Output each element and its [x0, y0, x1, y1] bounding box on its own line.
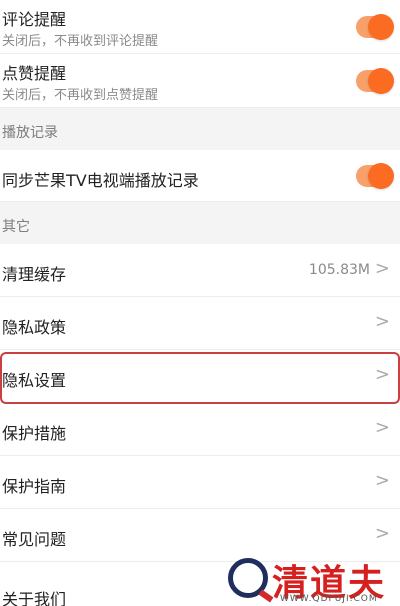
- magnifier-logo-icon: [228, 558, 268, 598]
- comment-reminder-row: 评论提醒 关闭后，不再收到评论提醒: [0, 0, 400, 54]
- cache-size-value: 105.83M: [308, 262, 370, 278]
- toggle-knob: [368, 68, 394, 94]
- privacy-policy-label: 隐私政策: [2, 318, 67, 337]
- chevron-right-icon: >: [374, 470, 390, 491]
- playback-section-title: 播放记录: [2, 125, 58, 141]
- chevron-right-icon: >: [374, 364, 390, 385]
- sync-playback-toggle[interactable]: [356, 163, 394, 189]
- privacy-policy-row[interactable]: 隐私政策 >: [0, 297, 400, 350]
- like-reminder-title: 点赞提醒: [2, 64, 67, 83]
- clear-cache-row[interactable]: 清理缓存 105.83M >: [0, 244, 400, 297]
- watermark-url: WWW.QDFUJI.COM: [280, 594, 378, 604]
- protection-guide-row[interactable]: 保护指南 >: [0, 456, 400, 509]
- chevron-right-icon: >: [374, 417, 390, 438]
- clear-cache-label: 清理缓存: [2, 265, 67, 284]
- protection-measures-row[interactable]: 保护措施 >: [0, 403, 400, 456]
- watermark-logo: 清道夫 WWW.QDFUJI.COM: [228, 554, 400, 606]
- toggle-knob: [368, 14, 394, 40]
- chevron-right-icon: >: [374, 311, 390, 332]
- chevron-right-icon: >: [374, 523, 390, 544]
- comment-reminder-subtitle: 关闭后，不再收到评论提醒: [2, 34, 159, 49]
- like-reminder-subtitle: 关闭后，不再收到点赞提醒: [2, 88, 159, 103]
- like-reminder-toggle[interactable]: [356, 68, 394, 94]
- comment-reminder-toggle[interactable]: [356, 14, 394, 40]
- toggle-knob: [368, 163, 394, 189]
- comment-reminder-title: 评论提醒: [2, 10, 67, 29]
- about-us-label: 关于我们: [2, 590, 67, 606]
- like-reminder-row: 点赞提醒 关闭后，不再收到点赞提醒: [0, 54, 400, 108]
- faq-label: 常见问题: [2, 530, 67, 549]
- sync-playback-title: 同步芒果TV电视端播放记录: [2, 171, 199, 190]
- protection-measures-label: 保护措施: [2, 424, 67, 443]
- privacy-settings-row[interactable]: 隐私设置 >: [0, 350, 400, 403]
- other-section-title: 其它: [2, 219, 30, 235]
- chevron-right-icon: >: [374, 258, 390, 279]
- other-section-header: 其它: [0, 202, 400, 244]
- sync-playback-row: 同步芒果TV电视端播放记录: [0, 150, 400, 202]
- playback-section-header: 播放记录: [0, 108, 400, 150]
- protection-guide-label: 保护指南: [2, 477, 67, 496]
- privacy-settings-label: 隐私设置: [2, 371, 67, 390]
